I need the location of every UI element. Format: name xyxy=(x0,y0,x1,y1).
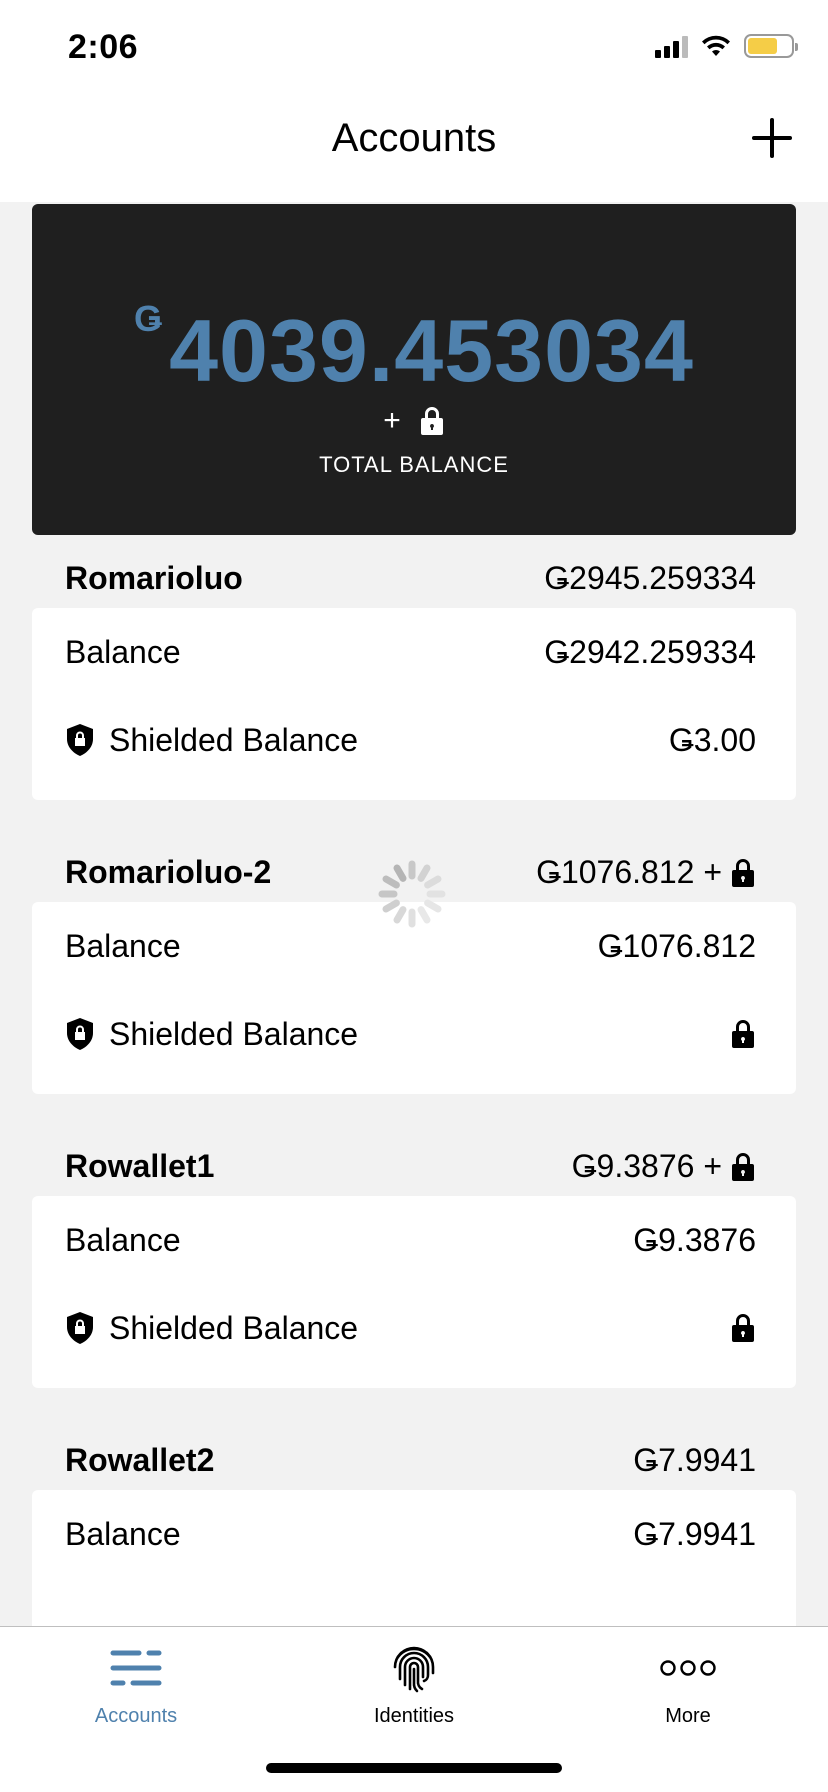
more-icon xyxy=(660,1660,716,1676)
balance-label: Balance xyxy=(65,1221,181,1258)
currency-symbol: Ǥ xyxy=(134,298,164,339)
total-balance-label: TOTAL BALANCE xyxy=(319,452,509,477)
navigation-header: Accounts xyxy=(0,96,828,202)
balance-label: Balance xyxy=(65,633,181,670)
tab-label: More xyxy=(665,1705,711,1727)
account-total-value: Ǥ2945.259334 xyxy=(544,560,756,596)
total-shielded-indicator: + xyxy=(32,404,796,438)
balance-label: Balance xyxy=(65,927,181,964)
status-bar: 2:06 xyxy=(0,0,828,96)
tab-label: Accounts xyxy=(94,1705,178,1727)
status-icons xyxy=(655,34,798,58)
account-total: Ǥ1076.812 + xyxy=(536,854,756,891)
total-balance-amount: Ǥ4039.453034 xyxy=(32,298,796,402)
lock-icon xyxy=(730,858,756,888)
total-balance-value: 4039.453034 xyxy=(169,301,694,400)
shield-lock-icon xyxy=(65,1311,95,1345)
shield-lock-icon xyxy=(65,1017,95,1051)
tab-more[interactable]: More xyxy=(588,1643,788,1728)
home-indicator[interactable] xyxy=(266,1763,562,1773)
balance-value: Ǥ2942.259334 xyxy=(544,633,756,670)
balance-row: Balance Ǥ7.9941 xyxy=(32,1490,796,1578)
shielded-balance-value: Ǥ3.00 xyxy=(668,721,756,758)
shielded-balance-label: Shielded Balance xyxy=(109,1015,359,1052)
account-header[interactable]: Rowallet1 Ǥ9.3876 + xyxy=(32,1134,796,1204)
account-header[interactable]: Romarioluo Ǥ2945.259334 xyxy=(32,546,796,616)
page-title: Accounts xyxy=(331,116,497,160)
account-total: Ǥ9.3876 + xyxy=(572,1148,756,1185)
tab-label: Identities xyxy=(373,1705,455,1727)
lock-icon xyxy=(730,1019,756,1049)
account-name: Rowallet1 xyxy=(65,1148,215,1184)
plus-sign: + xyxy=(383,404,401,437)
account-header[interactable]: Rowallet2 Ǥ7.9941 xyxy=(32,1428,796,1498)
balance-value: Ǥ1076.812 xyxy=(597,927,756,964)
shielded-balance-row: Shielded Balance xyxy=(32,990,796,1078)
list-icon xyxy=(110,1650,162,1686)
lock-icon xyxy=(419,406,445,436)
account-total-value: Ǥ7.9941 xyxy=(633,1442,756,1478)
account-name: Rowallet2 xyxy=(65,1442,215,1478)
account-total: Ǥ7.9941 xyxy=(633,1442,756,1479)
balance-value: Ǥ7.9941 xyxy=(633,1515,756,1552)
account-name: Romarioluo xyxy=(65,560,243,596)
shielded-balance-label: Shielded Balance xyxy=(109,721,359,758)
account-card[interactable]: Balance Ǥ2942.259334 Shielded Balance Ǥ3… xyxy=(32,608,796,800)
account-total-value: Ǥ1076.812 + xyxy=(536,854,722,890)
status-time: 2:06 xyxy=(68,28,139,66)
add-account-button[interactable] xyxy=(748,114,796,162)
account-card[interactable]: Balance Ǥ9.3876 Shielded Balance xyxy=(32,1196,796,1388)
tab-identities[interactable]: Identities xyxy=(314,1643,514,1728)
loading-spinner-icon xyxy=(378,860,446,928)
battery-icon xyxy=(744,34,798,58)
balance-label: Balance xyxy=(65,1515,181,1552)
balance-row: Balance Ǥ9.3876 xyxy=(32,1196,796,1284)
tab-accounts[interactable]: Accounts xyxy=(36,1643,236,1728)
shielded-balance-label: Shielded Balance xyxy=(109,1309,359,1346)
account-total: Ǥ2945.259334 xyxy=(544,560,756,597)
account-name: Romarioluo-2 xyxy=(65,854,272,890)
cellular-signal-icon xyxy=(655,34,688,58)
fingerprint-icon xyxy=(393,1646,435,1693)
balance-value: Ǥ9.3876 xyxy=(633,1221,756,1258)
shielded-balance-row: Shielded Balance xyxy=(32,1284,796,1372)
wifi-icon xyxy=(702,35,730,56)
lock-icon xyxy=(730,1313,756,1343)
shielded-balance-row: Shielded Balance Ǥ3.00 xyxy=(32,696,796,784)
total-balance-card[interactable]: Ǥ4039.453034 + TOTAL BALANCE xyxy=(32,204,796,535)
accounts-screen: 2:06 Accounts Ǥ4039.453034 + TOTAL BALAN… xyxy=(0,0,828,1792)
account-total-value: Ǥ9.3876 + xyxy=(571,1148,722,1184)
balance-row: Balance Ǥ2942.259334 xyxy=(32,608,796,696)
account-card[interactable]: Balance Ǥ1076.812 Shielded Balance xyxy=(32,902,796,1094)
shield-lock-icon xyxy=(65,723,95,757)
lock-icon xyxy=(730,1152,756,1182)
